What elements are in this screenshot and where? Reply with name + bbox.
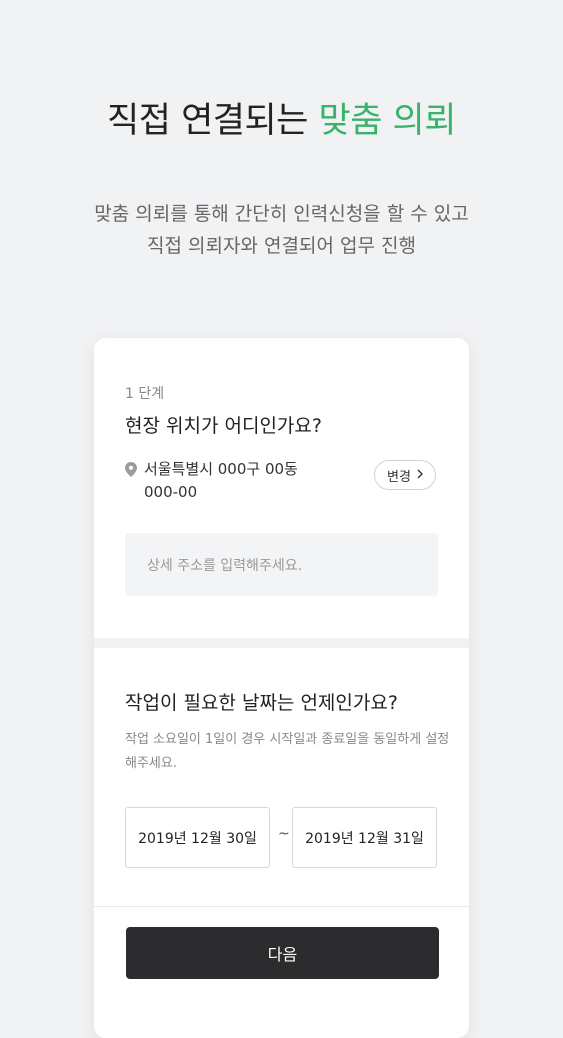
address-line-1: 서울특별시 000구 00동 bbox=[144, 460, 298, 478]
end-date-field[interactable]: 2019년 12월 31일 bbox=[292, 807, 437, 868]
address-line-2: 000-00 bbox=[144, 483, 198, 501]
step-label: 1 단계 bbox=[125, 386, 165, 402]
location-question: 현장 위치가 어디인가요? bbox=[125, 415, 322, 437]
start-date-value: 2019년 12월 30일 bbox=[138, 830, 257, 847]
site-address: 서울특별시 000구 00동 000-00 bbox=[144, 458, 298, 504]
chevron-right-icon bbox=[417, 468, 423, 483]
change-button-label: 변경 bbox=[387, 469, 411, 485]
section-divider bbox=[94, 638, 469, 648]
page-headline: 직접 연결되는 맞춤 의뢰 bbox=[0, 92, 563, 143]
next-button[interactable]: 다음 bbox=[126, 927, 439, 979]
footer-divider bbox=[94, 906, 469, 907]
date-hint: 작업 소요일이 1일이 경우 시작일과 종료일을 동일하게 설정해주세요. bbox=[125, 732, 450, 771]
end-date-value: 2019년 12월 31일 bbox=[305, 830, 424, 847]
change-address-button[interactable]: 변경 bbox=[374, 460, 436, 490]
detail-address-placeholder: 상세 주소를 입력해주세요. bbox=[147, 557, 303, 574]
detail-address-input[interactable]: 상세 주소를 입력해주세요. bbox=[125, 533, 438, 596]
subtitle-line-2: 직접 의뢰자와 연결되어 업무 진행 bbox=[147, 235, 416, 257]
request-form-card: 1 단계 현장 위치가 어디인가요? 서울특별시 000구 00동 000-00… bbox=[94, 338, 469, 1038]
date-question: 작업이 필요한 날짜는 언제인가요? bbox=[125, 692, 398, 714]
headline-accent-text: 맞춤 의뢰 bbox=[318, 101, 457, 141]
next-button-label: 다음 bbox=[267, 945, 298, 964]
subtitle-line-1: 맞춤 의뢰를 통해 간단히 인력신청을 할 수 있고 bbox=[94, 203, 469, 225]
location-pin-icon bbox=[125, 462, 137, 481]
date-range-separator: ~ bbox=[278, 826, 290, 842]
page-subtitle: 맞춤 의뢰를 통해 간단히 인력신청을 할 수 있고 직접 의뢰자와 연결되어 … bbox=[0, 198, 563, 262]
headline-text: 직접 연결되는 bbox=[107, 101, 319, 141]
start-date-field[interactable]: 2019년 12월 30일 bbox=[125, 807, 270, 868]
